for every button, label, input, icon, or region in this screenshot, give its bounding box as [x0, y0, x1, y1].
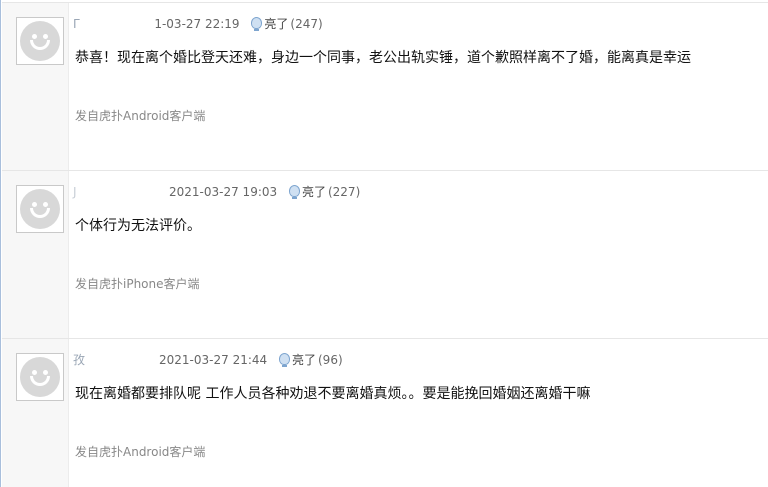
device-source[interactable]: 发自虎扑Android客户端	[75, 443, 205, 460]
reply-item: 孜 2021-03-27 21:44 亮了 (96) 现在离婚都要排队呢 工作人员…	[2, 338, 768, 487]
reply-time: 2021-03-27 19:03	[169, 185, 278, 199]
default-avatar-icon	[20, 189, 60, 229]
default-avatar-icon	[20, 357, 60, 397]
light-button[interactable]: 亮了	[251, 15, 288, 33]
reply-meta: 孜 2021-03-27 21:44 亮了 (96)	[73, 351, 343, 369]
device-source[interactable]: 发自虎扑Android客户端	[75, 107, 205, 124]
light-count: (227)	[327, 185, 361, 199]
username-link[interactable]: 孜	[73, 353, 85, 367]
reply-list: Г 1-03-27 22:19 亮了 (247) 恭喜！现在离个婚比登天还难，身边…	[0, 0, 768, 487]
light-label: 亮了	[264, 17, 289, 31]
reply-item: Г 1-03-27 22:19 亮了 (247) 恭喜！现在离个婚比登天还难，身边…	[2, 2, 768, 171]
avatar-column	[2, 171, 69, 339]
reply-meta: Г 1-03-27 22:19 亮了 (247)	[73, 15, 323, 33]
reply-item: J 2021-03-27 19:03 亮了 (227) 个体行为无法评价。 发自虎…	[2, 170, 768, 339]
avatar-column	[2, 339, 69, 487]
reply-time: 1-03-27 22:19	[154, 17, 240, 31]
avatar[interactable]	[16, 185, 64, 233]
default-avatar-icon	[20, 21, 60, 61]
reply-meta: J 2021-03-27 19:03 亮了 (227)	[73, 183, 360, 201]
reply-content: 恭喜！现在离个婚比登天还难，身边一个同事，老公出轨实锤，道个歉照样离不了婚，能离…	[75, 50, 691, 66]
light-label: 亮了	[291, 353, 316, 367]
reply-time: 2021-03-27 21:44	[159, 353, 268, 367]
reply-content: 现在离婚都要排队呢 工作人员各种劝退不要离婚真烦。。要是能挽回婚姻还离婚干嘛	[75, 386, 591, 402]
reply-content: 个体行为无法评价。	[75, 218, 201, 234]
lightbulb-icon	[288, 185, 300, 199]
light-count: (247)	[290, 17, 323, 31]
avatar[interactable]	[16, 353, 64, 401]
avatar-column	[2, 3, 69, 171]
light-button[interactable]: 亮了	[278, 351, 316, 369]
light-label: 亮了	[301, 185, 326, 199]
light-count: (96)	[318, 353, 343, 367]
lightbulb-icon	[278, 353, 290, 367]
device-source[interactable]: 发自虎扑iPhone客户端	[75, 275, 200, 292]
light-button[interactable]: 亮了	[288, 183, 326, 201]
username-link[interactable]: Г	[73, 17, 80, 31]
lightbulb-icon	[251, 17, 263, 31]
avatar[interactable]	[16, 17, 64, 65]
username-link[interactable]: J	[73, 183, 169, 201]
